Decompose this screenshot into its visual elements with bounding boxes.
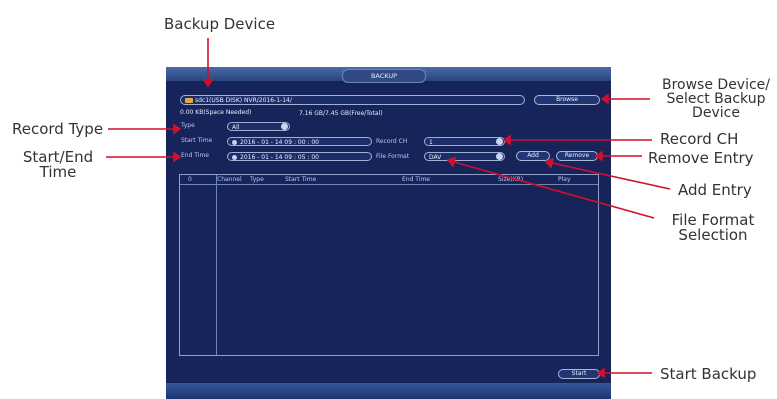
arrow-backup-device-head — [202, 79, 214, 88]
arrow-start-end-time-head — [173, 151, 182, 163]
arrow-file-format-head — [446, 156, 457, 168]
arrow-record-type-head — [173, 123, 182, 135]
callout-arrows — [106, 38, 671, 379]
arrow-add-entry — [551, 162, 671, 190]
arrow-add-entry-head — [544, 157, 555, 169]
arrow-remove-entry-head — [594, 150, 603, 162]
arrow-file-format — [453, 161, 655, 219]
arrow-record-ch-head — [502, 134, 511, 146]
arrow-browse-head — [600, 93, 609, 105]
arrow-start-backup-head — [596, 367, 605, 379]
